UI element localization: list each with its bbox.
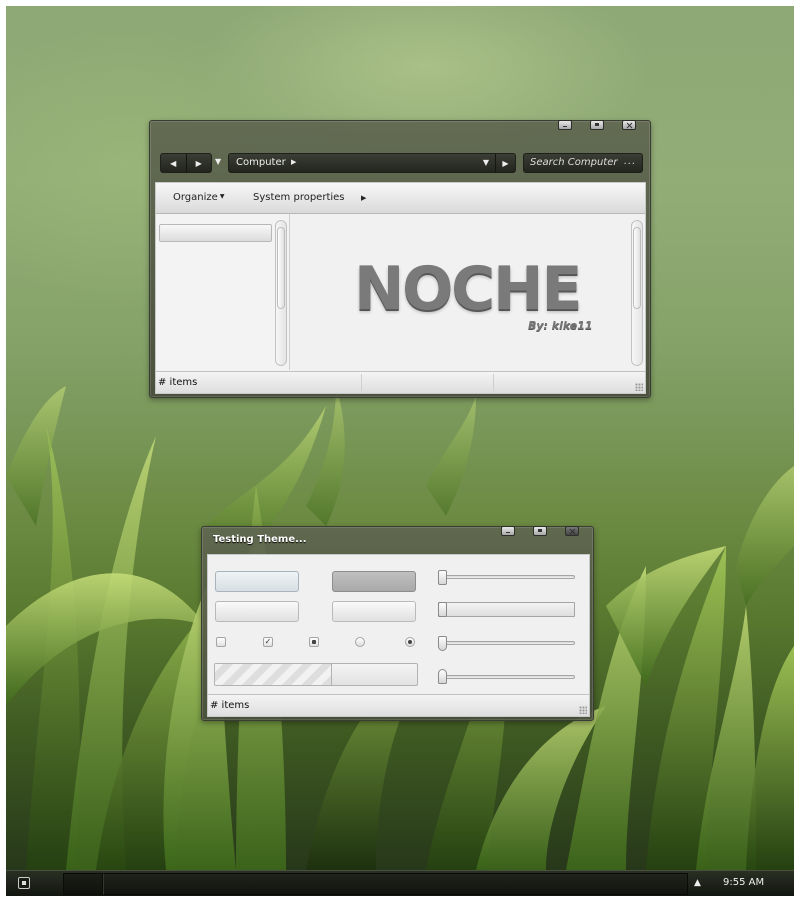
taskbar-divider [63, 873, 103, 895]
window-title: Testing Theme... [213, 534, 307, 545]
noche-logo: NOCHE [354, 254, 582, 324]
arrow-left-icon[interactable]: ◀ [161, 154, 186, 172]
nav-arrows: ◀ ▶ [160, 153, 212, 173]
address-text[interactable]: Computer [236, 157, 286, 168]
more-commands-icon[interactable]: ▶ [361, 194, 366, 202]
content-pane: NOCHE By: kike11 [290, 214, 645, 370]
explorer-body: Organize ▼ System properties ▶ NOCHE By: … [155, 182, 646, 394]
default-button[interactable] [332, 601, 416, 622]
status-bar: # items [156, 371, 645, 393]
pressed-button[interactable] [332, 571, 416, 592]
radio-on[interactable] [405, 637, 415, 647]
command-bar: Organize ▼ System properties ▶ [156, 183, 645, 214]
taskbar-button-area[interactable] [103, 873, 688, 895]
resize-grip-icon[interactable] [579, 706, 587, 714]
navpane-item[interactable] [159, 224, 272, 242]
chevron-up-icon[interactable]: ▲ [694, 878, 701, 888]
system-properties-button[interactable]: System properties [253, 192, 345, 203]
radio-off[interactable] [355, 637, 365, 647]
minimize-button[interactable] [501, 526, 515, 536]
navpane-scrollbar[interactable] [275, 220, 287, 366]
search-box[interactable]: Search Computer ... [523, 153, 643, 173]
status-bar: # items [208, 694, 589, 716]
checkbox-unchecked[interactable] [216, 637, 226, 647]
hover-button[interactable] [215, 571, 299, 592]
slider-thumb[interactable] [438, 602, 447, 617]
clock[interactable]: 9:55 AM [723, 877, 764, 888]
caret-down-icon: ▼ [219, 193, 225, 200]
taskbar: ▲ 9:55 AM [6, 870, 794, 896]
scrollbar-thumb[interactable] [277, 227, 285, 309]
status-divider [361, 374, 362, 391]
logo-byline: By: kike11 [528, 319, 593, 332]
breadcrumb-chevron-icon[interactable]: ▶ [291, 158, 296, 166]
checkbox-indeterminate[interactable] [309, 637, 319, 647]
slider-track[interactable] [438, 575, 575, 579]
resize-grip-icon[interactable] [635, 383, 643, 391]
start-icon[interactable] [18, 877, 30, 889]
normal-button[interactable] [215, 601, 299, 622]
arrow-right-icon[interactable]: ▶ [185, 154, 212, 172]
status-text: # items [210, 700, 250, 711]
organize-button[interactable]: Organize ▼ [173, 192, 224, 203]
refresh-icon[interactable]: ▶ [495, 154, 515, 172]
minimize-button[interactable] [558, 120, 572, 130]
slider-track[interactable] [438, 675, 575, 679]
chevron-down-icon[interactable]: ▼ [215, 157, 221, 166]
test-window-body: ✓ # items [207, 554, 590, 717]
maximize-button[interactable] [533, 526, 547, 536]
search-options-icon[interactable]: ... [623, 156, 636, 167]
desktop: ◀ ▶ ▼ Computer ▶ ▼ ▶ Search Computer ...… [6, 6, 794, 870]
explorer-window: ◀ ▶ ▼ Computer ▶ ▼ ▶ Search Computer ...… [149, 120, 651, 398]
status-text: # items [158, 377, 198, 388]
checkbox-checked[interactable]: ✓ [263, 637, 273, 647]
slider-thumb[interactable] [438, 669, 447, 684]
maximize-button[interactable] [590, 120, 604, 130]
slider-thumb[interactable] [438, 570, 447, 585]
progress-fill [215, 664, 333, 685]
progress-bar [214, 663, 418, 686]
navigation-pane [156, 214, 290, 370]
organize-label: Organize [173, 192, 218, 203]
caption-buttons [558, 120, 636, 130]
slider-track[interactable] [438, 641, 575, 645]
scrollbar-thumb[interactable] [633, 227, 641, 309]
slider-track[interactable] [438, 602, 575, 617]
search-input[interactable]: Search Computer [530, 157, 617, 168]
status-divider [493, 374, 494, 391]
close-button[interactable] [565, 526, 579, 536]
close-button[interactable] [622, 120, 636, 130]
test-theme-window: Testing Theme... ✓ # items [201, 526, 594, 721]
address-dropdown-icon[interactable]: ▼ [483, 158, 489, 167]
content-scrollbar[interactable] [631, 220, 643, 366]
navigation-bar: ◀ ▶ ▼ Computer ▶ ▼ ▶ Search Computer ... [160, 153, 643, 175]
slider-thumb[interactable] [438, 636, 447, 651]
caption-buttons [501, 526, 579, 536]
address-bar[interactable]: Computer ▶ ▼ ▶ [228, 153, 516, 173]
